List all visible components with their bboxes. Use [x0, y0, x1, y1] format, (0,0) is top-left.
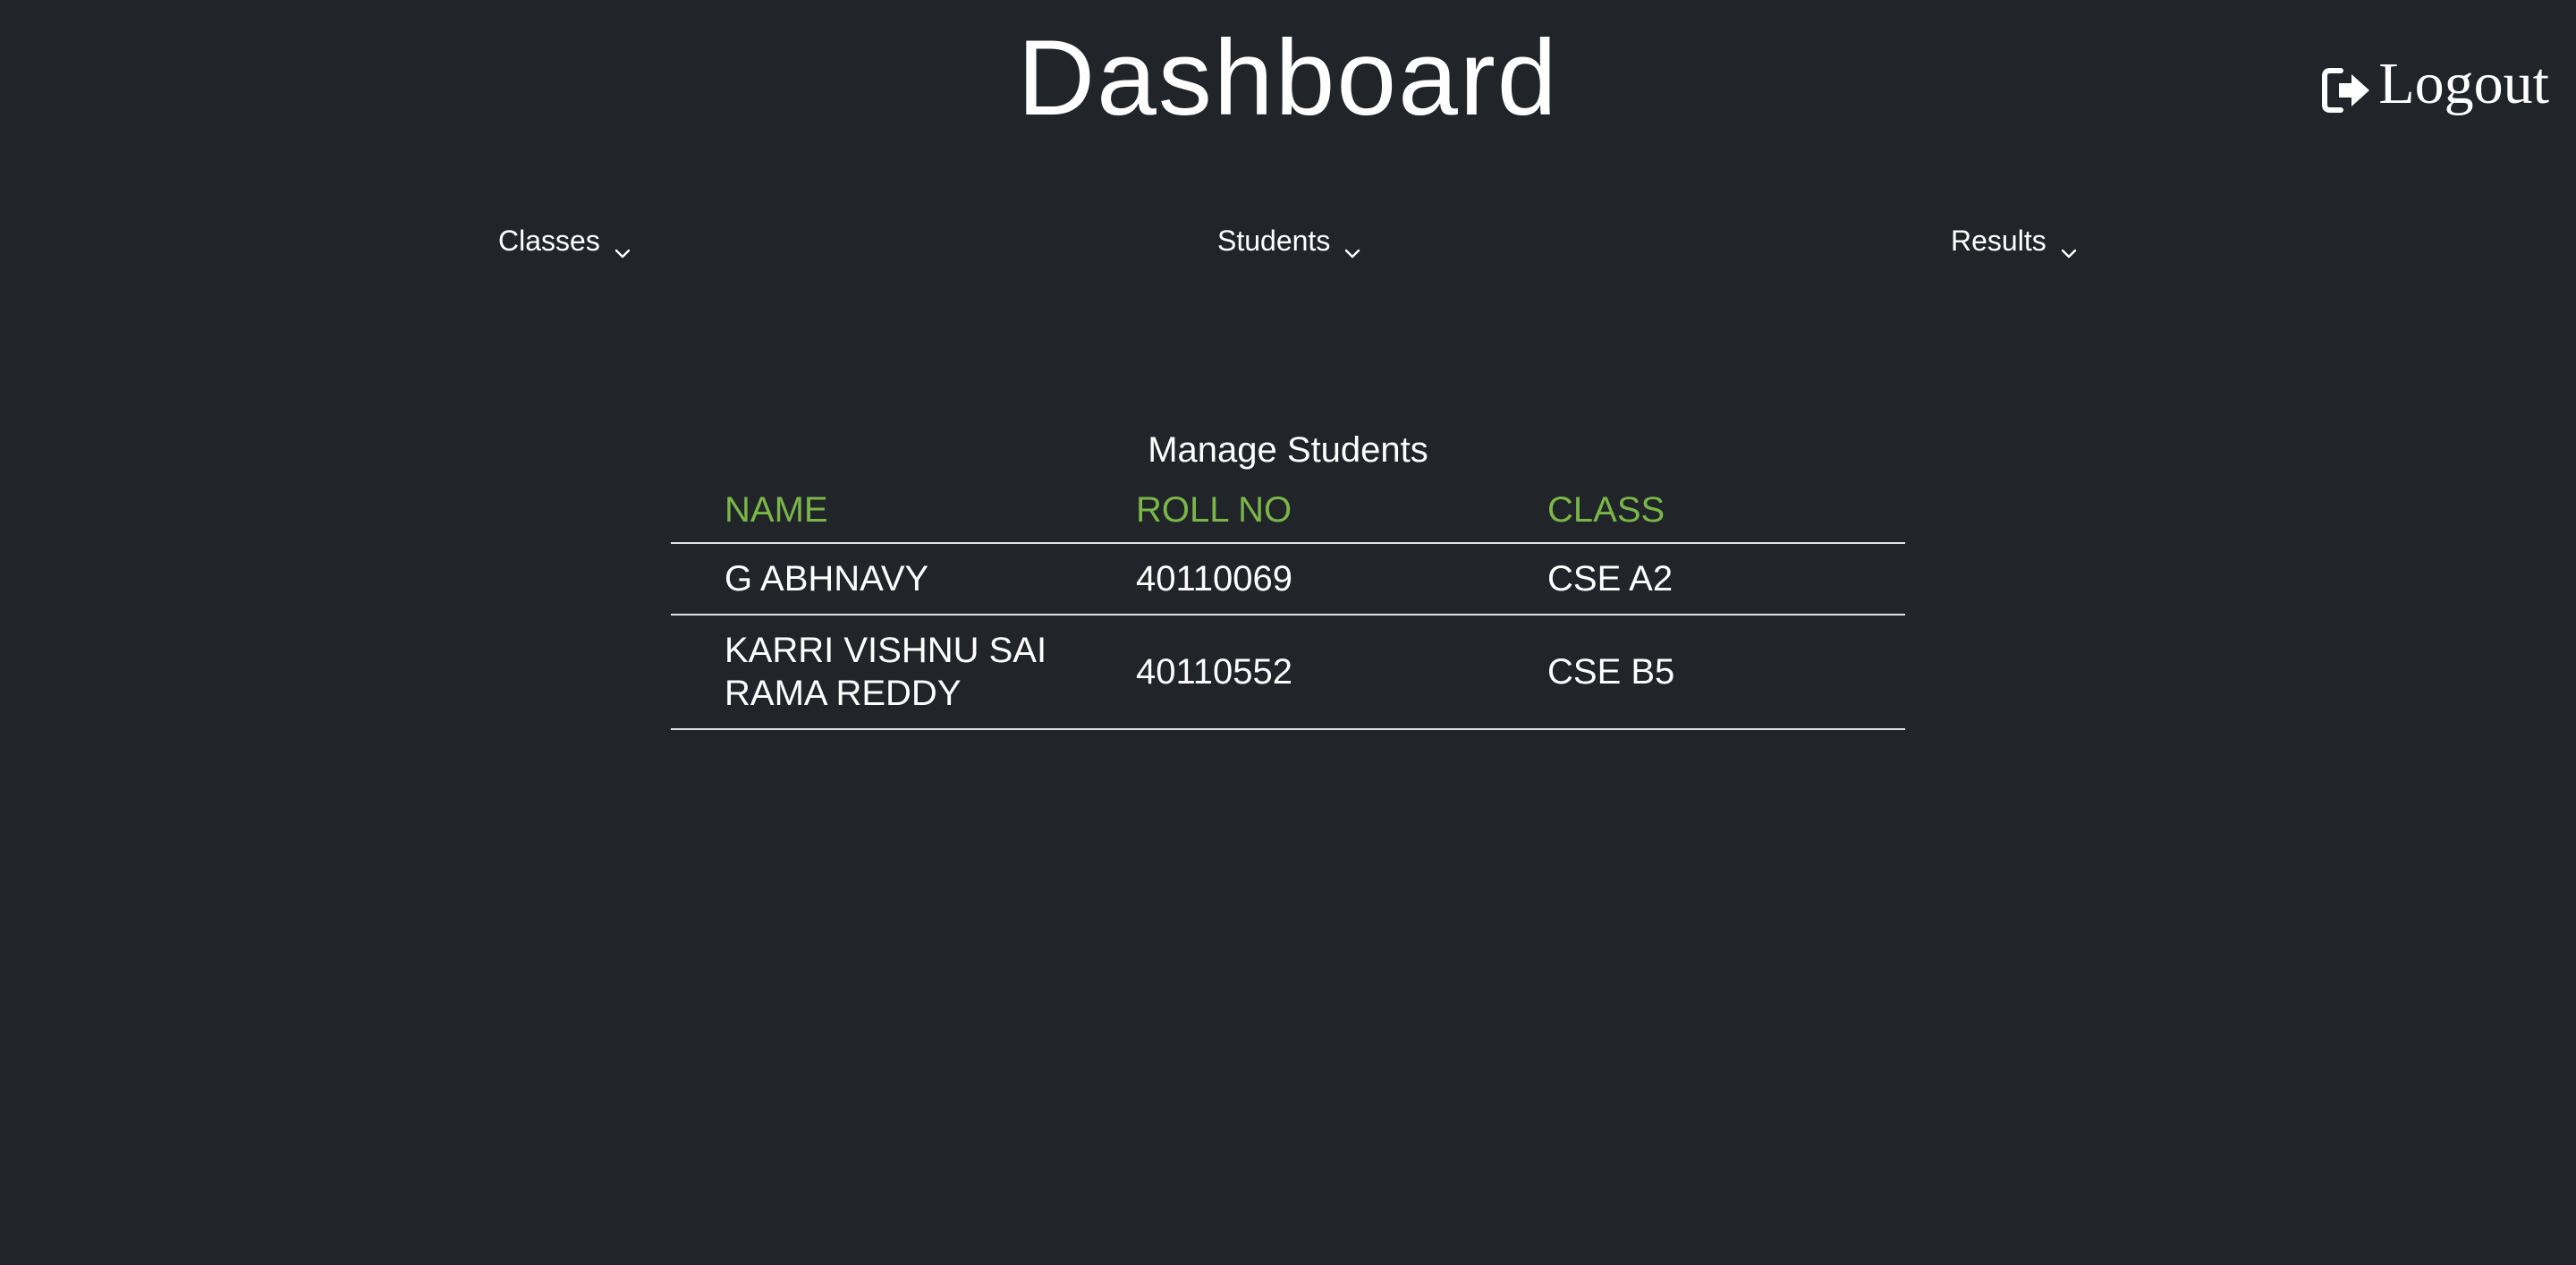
nav-students-dropdown[interactable]: Students — [1217, 218, 1362, 263]
student-class: CSE B5 — [1547, 652, 1675, 692]
chevron-down-icon — [2059, 231, 2079, 259]
nav-classes-label: Classes — [498, 225, 600, 257]
student-name: KARRI VISHNU SAI RAMA REDDY — [671, 629, 1082, 715]
student-roll-no: 40110069 — [1136, 559, 1292, 599]
section-title: Manage Students — [1148, 430, 1428, 470]
logout-label: Logout — [2378, 51, 2549, 116]
student-roll-no: 40110552 — [1136, 652, 1292, 692]
student-class: CSE A2 — [1547, 559, 1674, 599]
student-name-line-2: RAMA REDDY — [724, 674, 962, 713]
main-nav: Classes Students Results — [0, 218, 2576, 263]
page-title: Dashboard — [1017, 18, 1559, 138]
column-header-roll-no: ROLL NO — [1136, 490, 1292, 530]
chevron-down-icon — [1343, 231, 1362, 259]
nav-students-label: Students — [1217, 225, 1331, 257]
nav-classes-dropdown[interactable]: Classes — [498, 218, 632, 263]
logout-button[interactable]: Logout — [2321, 50, 2549, 118]
column-header-class: CLASS — [1547, 490, 1665, 530]
nav-results-dropdown[interactable]: Results — [1951, 218, 2079, 263]
dashboard-page: Dashboard Logout Classes Students Result… — [0, 0, 2576, 1265]
students-table: NAME ROLL NO CLASS G ABHNAVY 40110069 CS… — [671, 478, 1905, 730]
column-header-name: NAME — [724, 490, 828, 530]
student-name: G ABHNAVY — [724, 559, 929, 599]
table-row: KARRI VISHNU SAI RAMA REDDY 40110552 CSE… — [671, 616, 1905, 730]
student-name-line-1: KARRI VISHNU SAI — [724, 631, 1047, 670]
chevron-down-icon — [613, 231, 632, 259]
nav-results-label: Results — [1951, 225, 2046, 257]
table-row: G ABHNAVY 40110069 CSE A2 — [671, 544, 1905, 616]
sign-out-icon — [2321, 61, 2373, 113]
table-header-row: NAME ROLL NO CLASS — [671, 478, 1905, 544]
